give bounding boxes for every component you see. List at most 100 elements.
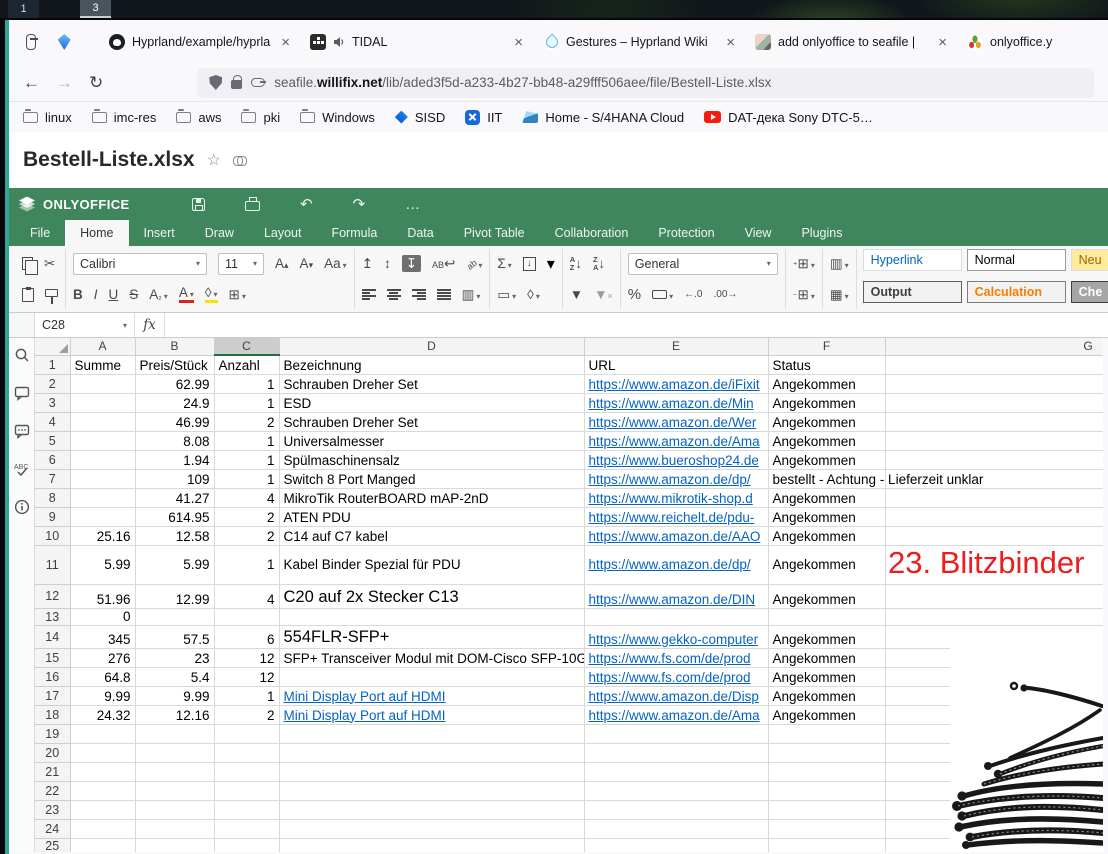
cell-D5[interactable]: Universalmesser bbox=[279, 431, 584, 450]
bookmark-item[interactable]: Windows bbox=[300, 110, 375, 125]
cell-E3[interactable]: https://www.amazon.de/Min bbox=[584, 393, 768, 412]
cell-B2[interactable]: 62.99 bbox=[135, 374, 214, 393]
cell-D12[interactable]: C20 auf 2x Stecker C13 bbox=[279, 584, 584, 608]
cell-D11[interactable]: Kabel Binder Spezial für PDU bbox=[279, 545, 584, 584]
align-middle-icon[interactable]: ↕ bbox=[384, 257, 391, 271]
about-icon[interactable] bbox=[14, 499, 30, 515]
bookmark-item[interactable]: aws bbox=[176, 110, 221, 125]
italic-icon[interactable]: I bbox=[94, 288, 98, 302]
percent-icon[interactable]: % bbox=[628, 287, 641, 302]
cell-A23[interactable] bbox=[70, 800, 135, 819]
cell-F2[interactable]: Angekommen bbox=[768, 374, 885, 393]
increase-decimal-icon[interactable]: .00→ bbox=[713, 290, 737, 300]
cell-style-neutral[interactable]: Neu bbox=[1071, 249, 1108, 271]
row-header-3[interactable]: 3 bbox=[35, 393, 70, 412]
autosum-icon[interactable]: Σ▾ bbox=[497, 257, 511, 271]
fill-down-icon[interactable]: ↓ bbox=[523, 257, 536, 271]
favorite-star-icon[interactable]: ☆ bbox=[207, 150, 221, 170]
cell-C12[interactable]: 4 bbox=[214, 584, 279, 608]
cell-B18[interactable]: 12.16 bbox=[135, 705, 214, 724]
cell-B21[interactable] bbox=[135, 762, 214, 781]
bookmark-item[interactable]: Home - S/4HANA Cloud bbox=[522, 110, 684, 125]
format-painter-icon[interactable] bbox=[45, 289, 58, 297]
cell-E16[interactable]: https://www.fs.com/de/prod bbox=[584, 667, 768, 686]
cell-E21[interactable] bbox=[584, 762, 768, 781]
fill-down-arrow[interactable]: ▾ bbox=[547, 254, 555, 274]
cell-C19[interactable] bbox=[214, 724, 279, 743]
row-header-4[interactable]: 4 bbox=[35, 412, 70, 431]
cell-B7[interactable]: 109 bbox=[135, 469, 214, 488]
bookmark-item[interactable]: linux bbox=[23, 110, 72, 125]
cell-D1[interactable]: Bezeichnung bbox=[279, 355, 584, 374]
cell-E20[interactable] bbox=[584, 743, 768, 762]
cell-B14[interactable]: 57.5 bbox=[135, 625, 214, 648]
share-link-icon[interactable] bbox=[233, 156, 247, 164]
cell-E18[interactable]: https://www.amazon.de/Ama bbox=[584, 705, 768, 724]
pinned-tab[interactable] bbox=[55, 29, 75, 55]
cell-F18[interactable]: Angekommen bbox=[768, 705, 885, 724]
borders-icon[interactable]: ⊞▾ bbox=[229, 288, 246, 302]
sort-desc-icon[interactable]: ZA↓ bbox=[593, 256, 605, 272]
row-header-12[interactable]: 12 bbox=[35, 584, 70, 608]
menu-tab-layout[interactable]: Layout bbox=[249, 220, 317, 246]
cell-C7[interactable]: 1 bbox=[214, 469, 279, 488]
back-icon[interactable]: ← bbox=[23, 74, 40, 91]
font-name-select[interactable]: Calibri▾ bbox=[73, 253, 207, 275]
cell-C15[interactable]: 12 bbox=[214, 648, 279, 667]
cell-D13[interactable] bbox=[279, 608, 584, 625]
cell-E19[interactable] bbox=[584, 724, 768, 743]
row-header-25[interactable]: 25 bbox=[35, 838, 70, 852]
orientation-icon[interactable]: ab▾ bbox=[466, 257, 482, 271]
cell-D23[interactable] bbox=[279, 800, 584, 819]
cell-C24[interactable] bbox=[214, 819, 279, 838]
cell-F19[interactable] bbox=[768, 724, 885, 743]
cell-G4[interactable] bbox=[885, 412, 1103, 431]
cell-E24[interactable] bbox=[584, 819, 768, 838]
cell-C16[interactable]: 12 bbox=[214, 667, 279, 686]
select-all-corner[interactable] bbox=[35, 338, 70, 355]
decrease-decimal-icon[interactable]: ←.0 bbox=[684, 290, 702, 300]
cell-A5[interactable] bbox=[70, 431, 135, 450]
workspace-tag[interactable]: 1 bbox=[8, 0, 39, 18]
row-header-22[interactable]: 22 bbox=[35, 781, 70, 800]
cell-E17[interactable]: https://www.amazon.de/Disp bbox=[584, 686, 768, 705]
sort-asc-icon[interactable]: AZ↓ bbox=[570, 256, 582, 272]
column-header-B[interactable]: B bbox=[135, 338, 214, 355]
cell-E7[interactable]: https://www.amazon.de/dp/ bbox=[584, 469, 768, 488]
row-header-17[interactable]: 17 bbox=[35, 686, 70, 705]
browser-tab[interactable]: Gestures – Hyprland Wiki× bbox=[534, 25, 746, 59]
align-justify-icon[interactable] bbox=[437, 289, 451, 300]
row-header-11[interactable]: 11 bbox=[35, 545, 70, 584]
browser-tab[interactable]: onlyoffice.y bbox=[958, 25, 1108, 59]
bookmark-item[interactable]: DAT-дека Sony DTC-5… bbox=[704, 110, 873, 125]
cell-C10[interactable]: 2 bbox=[214, 526, 279, 545]
undo-icon[interactable]: ↶ bbox=[300, 197, 313, 212]
cell-B3[interactable]: 24.9 bbox=[135, 393, 214, 412]
cell-F6[interactable]: Angekommen bbox=[768, 450, 885, 469]
cell-B8[interactable]: 41.27 bbox=[135, 488, 214, 507]
cell-E13[interactable] bbox=[584, 608, 768, 625]
cell-D25[interactable] bbox=[279, 838, 584, 852]
cell-F25[interactable] bbox=[768, 838, 885, 852]
cell-F22[interactable] bbox=[768, 781, 885, 800]
cell-B1[interactable]: Preis/Stück bbox=[135, 355, 214, 374]
cut-icon[interactable]: ✂ bbox=[44, 257, 55, 271]
align-top-icon[interactable]: ↥ bbox=[362, 257, 373, 271]
row-header-18[interactable]: 18 bbox=[35, 705, 70, 724]
row-header-14[interactable]: 14 bbox=[35, 625, 70, 648]
print-icon[interactable] bbox=[245, 201, 260, 211]
cell-A8[interactable] bbox=[70, 488, 135, 507]
shield-icon[interactable] bbox=[209, 75, 222, 90]
cell-B5[interactable]: 8.08 bbox=[135, 431, 214, 450]
row-header-20[interactable]: 20 bbox=[35, 743, 70, 762]
browser-tab[interactable]: TIDAL× bbox=[301, 25, 534, 59]
cell-A4[interactable] bbox=[70, 412, 135, 431]
more-icon[interactable]: … bbox=[405, 197, 420, 212]
cell-G6[interactable] bbox=[885, 450, 1103, 469]
cell-F12[interactable]: Angekommen bbox=[768, 584, 885, 608]
tab-close-icon[interactable]: × bbox=[512, 34, 525, 51]
menu-tab-draw[interactable]: Draw bbox=[190, 220, 249, 246]
menu-tab-pivot-table[interactable]: Pivot Table bbox=[449, 220, 540, 246]
tab-close-icon[interactable]: × bbox=[936, 34, 949, 51]
cell-E14[interactable]: https://www.gekko-computer bbox=[584, 625, 768, 648]
